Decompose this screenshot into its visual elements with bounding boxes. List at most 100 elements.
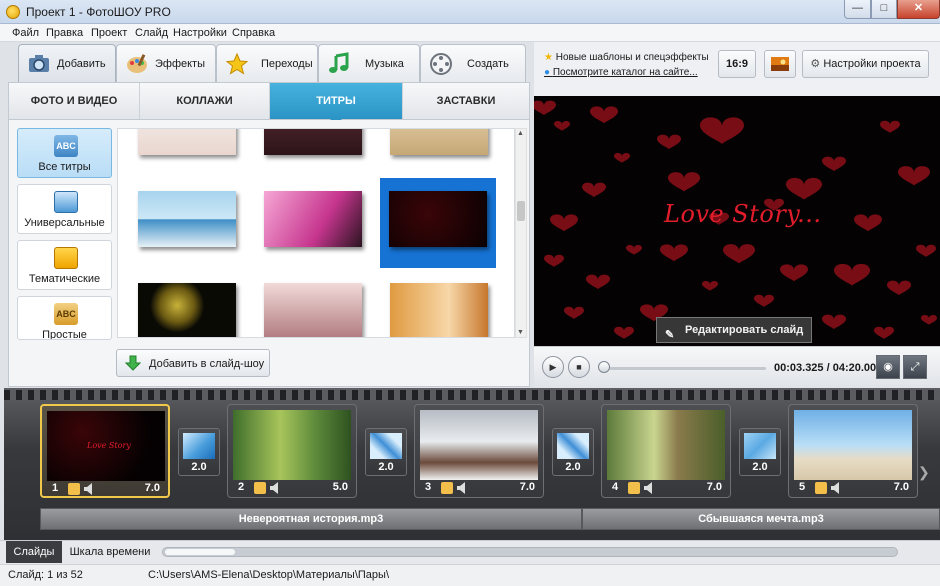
scroll-right-icon[interactable]: ❯	[918, 464, 930, 481]
slide-number: 5	[799, 481, 806, 493]
speaker-icon[interactable]	[84, 483, 94, 495]
transition-thumbnail[interactable]: 2.0	[552, 428, 594, 476]
speaker-icon[interactable]	[831, 482, 841, 494]
title-thumbnail[interactable]	[390, 129, 488, 155]
slide-thumbnail[interactable]: 4 7.0	[601, 404, 731, 498]
audio-track-2[interactable]: Сбывшаяся мечта.mp3	[582, 508, 940, 530]
thumbnails-scrollbar[interactable]: ▲ ▼	[515, 128, 527, 338]
title-thumbnail-selected[interactable]	[389, 191, 487, 247]
camera-icon	[29, 55, 49, 72]
heart-shape	[544, 254, 564, 267]
star-icon: ★	[544, 52, 553, 63]
catalog-link-text: Посмотрите каталог на сайте...	[552, 67, 698, 78]
menu-help[interactable]: Справка	[232, 27, 275, 39]
time-display: 00:03.325 / 04:20.000	[774, 362, 883, 374]
snapshot-camera-icon[interactable]: ◉	[876, 355, 900, 379]
slide-thumbnail[interactable]: Love Story 1 7.0	[40, 404, 170, 498]
heart-shape	[898, 166, 930, 186]
tab-music[interactable]: Музыка	[318, 44, 420, 82]
right-toolbar: ★ Новые шаблоны и спецэффекты ● Посмотри…	[534, 42, 940, 96]
title-thumbnail[interactable]	[138, 283, 236, 337]
film-reel-icon	[430, 53, 452, 75]
subtab-photo-video[interactable]: ФОТО И ВИДЕО	[9, 83, 140, 119]
add-to-slideshow-button[interactable]: Добавить в слайд-шоу	[116, 349, 270, 377]
category-simple[interactable]: ABC Простые	[17, 296, 112, 340]
pencil-icon[interactable]	[441, 482, 453, 494]
speaker-icon[interactable]	[644, 482, 654, 494]
tab-effects[interactable]: Эффекты	[116, 44, 216, 82]
scrollbar-thumb[interactable]	[165, 549, 235, 555]
slide-thumbnail[interactable]: 3 7.0	[414, 404, 544, 498]
transition-thumbnail[interactable]: 2.0	[739, 428, 781, 476]
title-thumbnails	[117, 128, 515, 338]
subtab-intros[interactable]: ЗАСТАВКИ	[403, 83, 529, 119]
music-note-icon	[329, 52, 349, 73]
close-button[interactable]: ✕	[897, 0, 940, 19]
edit-slide-button[interactable]: ✎ Редактировать слайд	[656, 317, 812, 343]
catalog-link[interactable]: ● Посмотрите каталог на сайте...	[544, 67, 698, 78]
subtab-titles[interactable]: ТИТРЫ	[270, 83, 403, 125]
category-label: Простые	[42, 329, 87, 340]
maximize-button[interactable]: □	[871, 0, 897, 19]
title-thumbnail[interactable]	[264, 191, 362, 247]
audio-track-1[interactable]: Невероятная история.mp3	[40, 508, 582, 530]
heart-shape	[582, 182, 606, 198]
heart-shape	[564, 306, 584, 319]
slide-thumbnail[interactable]: 2 5.0	[227, 404, 357, 498]
stop-button[interactable]: ■	[568, 356, 590, 378]
menu-file[interactable]: Файл	[12, 27, 39, 39]
heart-shape	[668, 172, 700, 192]
transition-thumbnail[interactable]: 2.0	[365, 428, 407, 476]
menu-settings[interactable]: Настройки	[173, 27, 227, 39]
project-settings-button[interactable]: ⚙ Настройки проекта	[802, 50, 929, 78]
heart-shape	[534, 100, 556, 116]
category-universal[interactable]: Универсальные	[17, 184, 112, 234]
title-thumbnail[interactable]	[264, 283, 362, 337]
heart-shape	[554, 121, 570, 131]
speaker-icon[interactable]	[270, 482, 280, 494]
category-all-titles[interactable]: ABC Все титры	[17, 128, 112, 178]
scrollbar-thumb[interactable]	[517, 201, 525, 221]
minimize-button[interactable]: —	[844, 0, 871, 19]
pencil-icon[interactable]	[815, 482, 827, 494]
heart-shape	[550, 214, 578, 232]
title-thumbnail[interactable]	[264, 129, 362, 155]
title-thumbnail[interactable]	[138, 129, 236, 155]
filmstrip-scrollbar[interactable]	[162, 547, 898, 557]
heart-shape	[834, 263, 870, 286]
menu-slide[interactable]: Слайд	[135, 27, 168, 39]
title-thumbnail[interactable]	[138, 191, 236, 247]
tab-timeline[interactable]: Шкала времени	[64, 541, 156, 563]
fullscreen-icon[interactable]: ⤢	[903, 355, 927, 379]
play-button[interactable]: ▶	[542, 356, 564, 378]
pencil-icon[interactable]	[628, 482, 640, 494]
slide-image	[233, 410, 351, 480]
pencil-icon[interactable]	[254, 482, 266, 494]
transition-thumbnail[interactable]: 2.0	[178, 428, 220, 476]
tab-create[interactable]: Создать	[420, 44, 526, 82]
tab-slides[interactable]: Слайды	[6, 541, 62, 563]
landscape-image-icon	[771, 57, 789, 71]
pencil-icon[interactable]	[68, 483, 80, 495]
title-thumbnail[interactable]	[390, 283, 488, 337]
slide-thumbnail[interactable]: 5 7.0	[788, 404, 918, 498]
tab-add[interactable]: Добавить	[18, 44, 116, 84]
menu-edit[interactable]: Правка	[46, 27, 83, 39]
seek-knob[interactable]	[598, 361, 611, 373]
menu-project[interactable]: Проект	[91, 27, 127, 39]
aspect-ratio-button[interactable]: 16:9	[718, 50, 756, 78]
scroll-down-icon[interactable]: ▼	[517, 329, 524, 336]
subtab-collages[interactable]: КОЛЛАЖИ	[140, 83, 270, 119]
app-icon	[6, 5, 20, 19]
seek-bar[interactable]	[602, 367, 766, 370]
background-button[interactable]	[764, 50, 796, 78]
category-thematic[interactable]: Тематические	[17, 240, 112, 290]
heart-shape	[614, 153, 630, 163]
heart-shape	[754, 294, 774, 307]
heart-shape	[586, 274, 610, 290]
speaker-icon[interactable]	[457, 482, 467, 494]
scroll-up-icon[interactable]: ▲	[517, 130, 524, 137]
tab-transitions[interactable]: Переходы	[216, 44, 318, 82]
category-label: Тематические	[28, 273, 101, 285]
transition-image	[370, 433, 402, 459]
